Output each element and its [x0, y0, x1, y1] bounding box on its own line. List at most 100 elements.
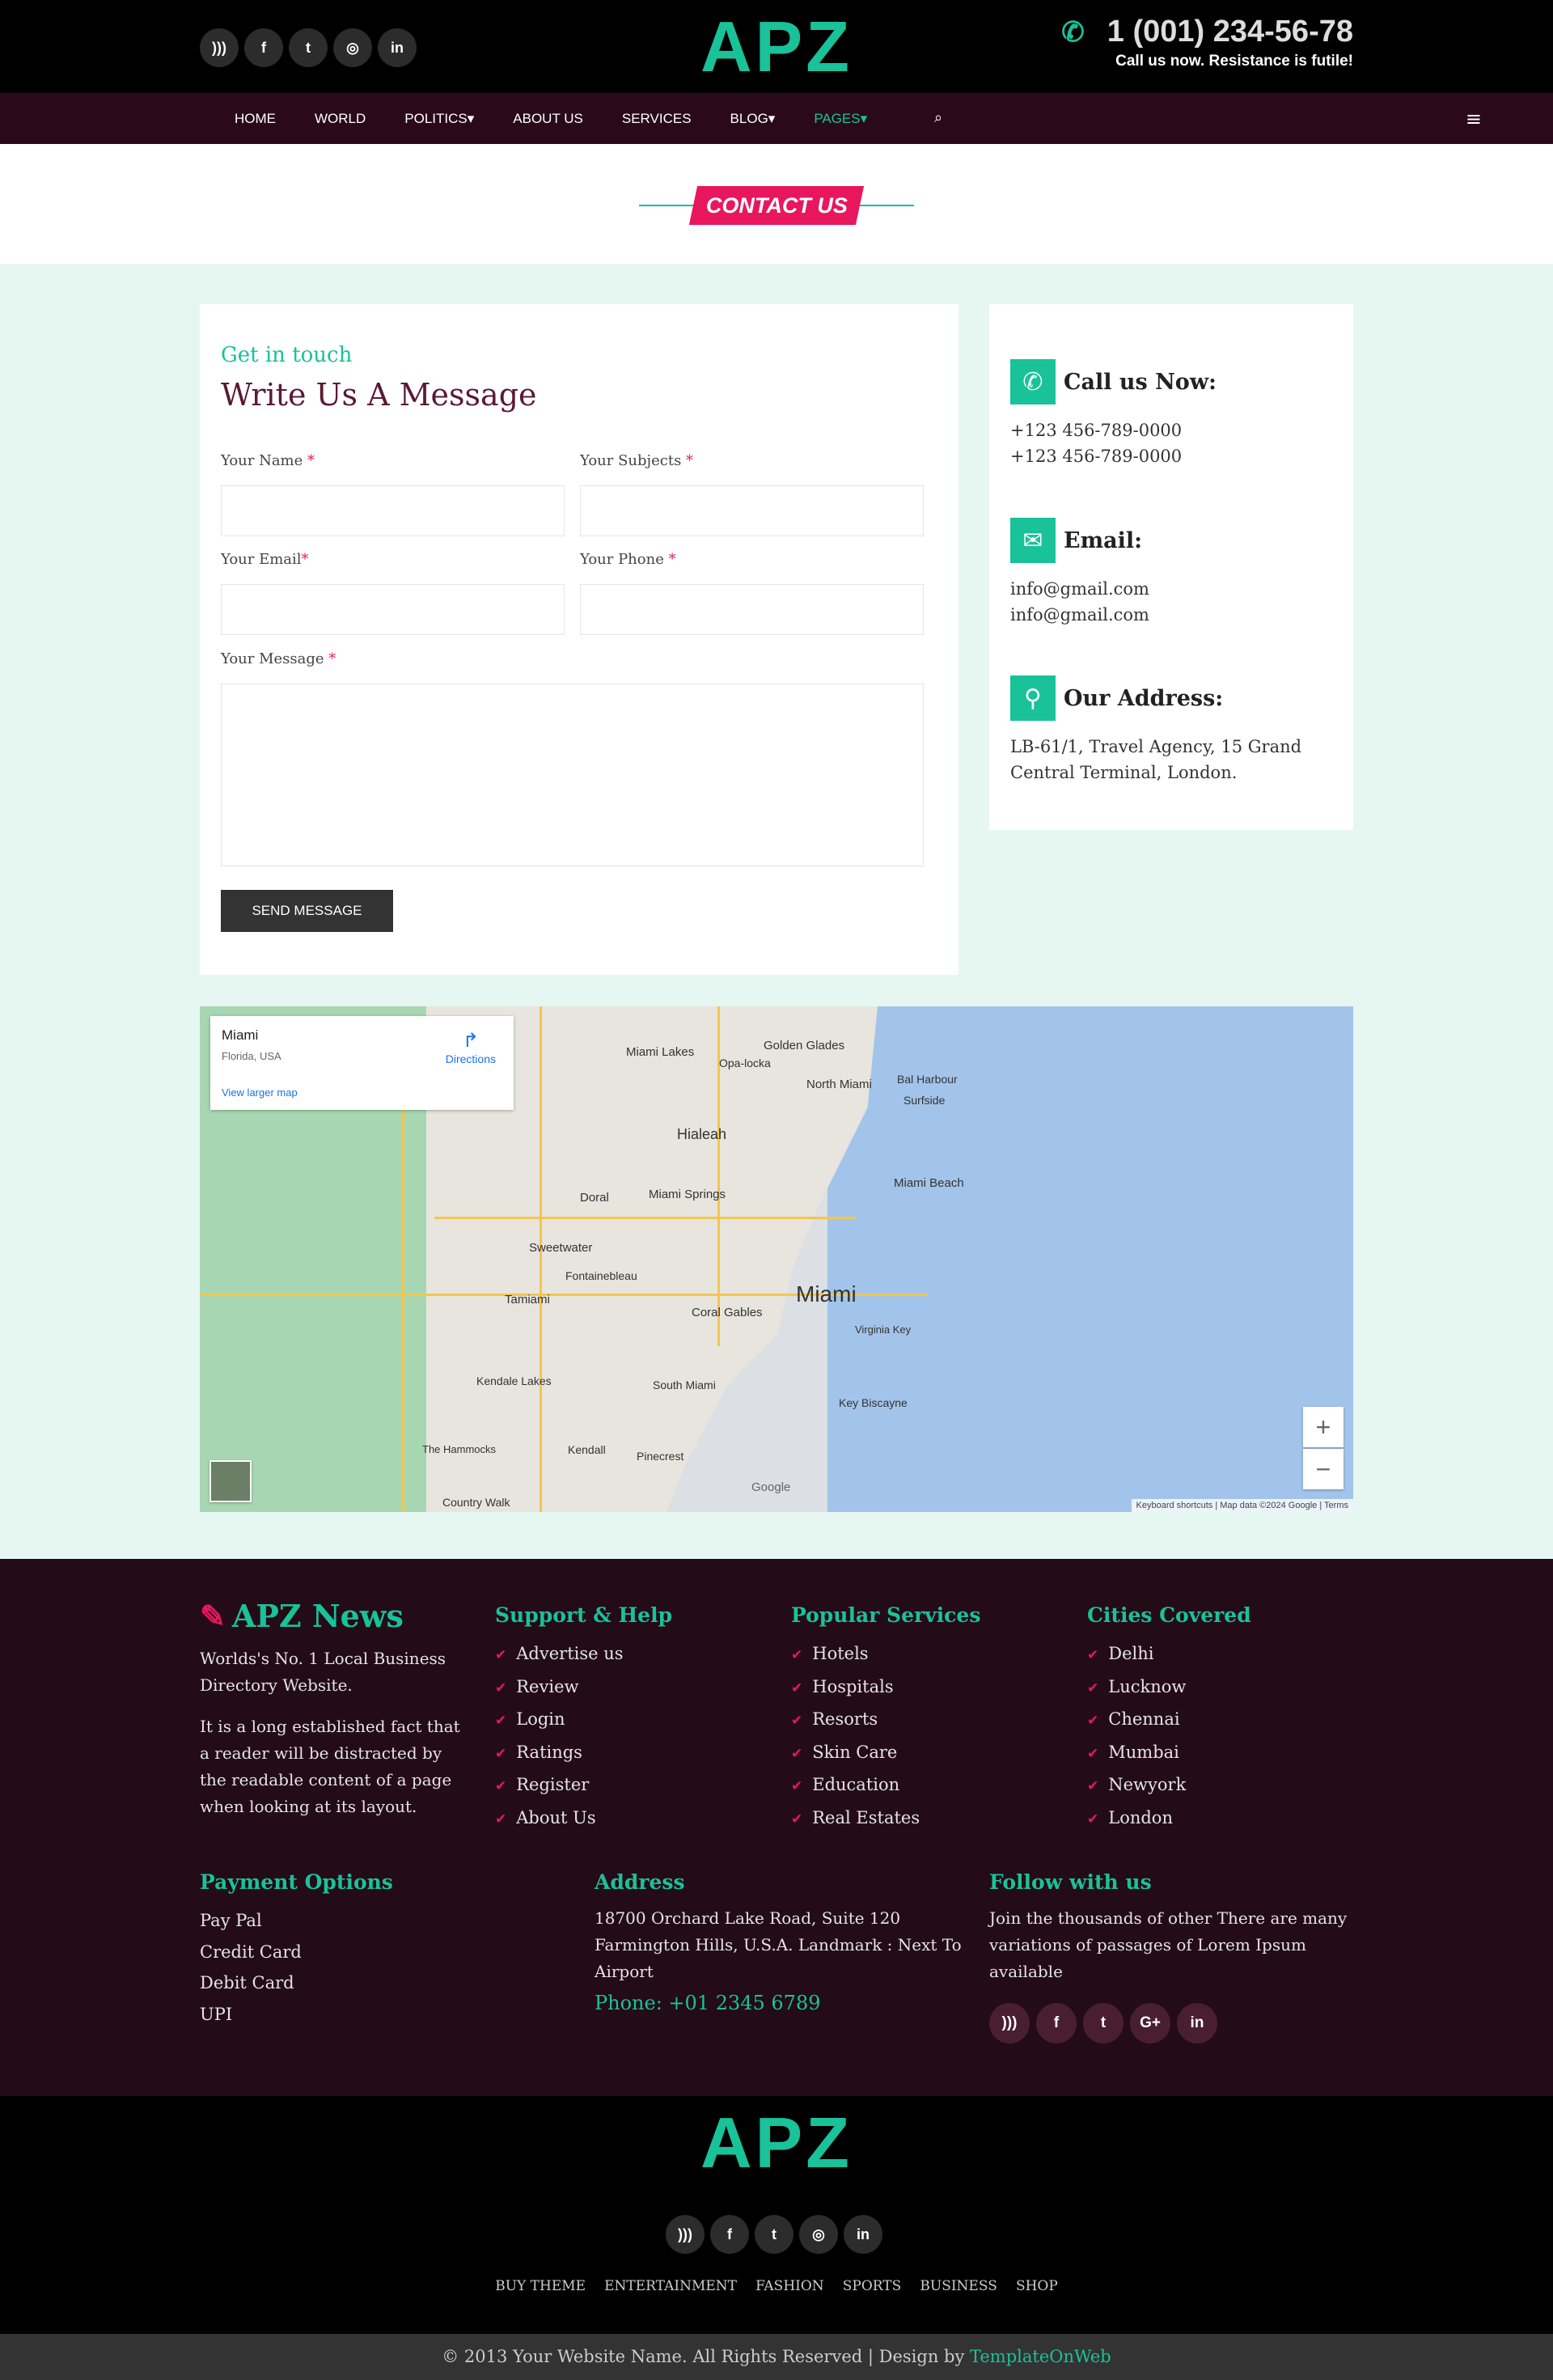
- contact-section: Get in touch Write Us A Message Your Nam…: [0, 264, 1553, 1559]
- view-larger-map-link[interactable]: View larger map: [222, 1086, 502, 1099]
- footer-link[interactable]: ✔ Resorts: [791, 1704, 980, 1737]
- twitter-icon[interactable]: t: [755, 2215, 793, 2254]
- footer-link[interactable]: ✔ Mumbai: [1087, 1737, 1251, 1770]
- footer-link[interactable]: ✔ Advertise us: [495, 1638, 672, 1671]
- phone-label: Your Phone *: [580, 551, 676, 568]
- phone-number[interactable]: 1 (001) 234-56-78: [1107, 15, 1353, 49]
- footer-link[interactable]: ✔ London: [1087, 1802, 1251, 1836]
- map-attribution[interactable]: Keyboard shortcuts | Map data ©2024 Goog…: [1131, 1499, 1353, 1512]
- footer-link[interactable]: ✔ About Us: [495, 1802, 672, 1836]
- footer-follow-text: Join the thousands of other There are ma…: [989, 1908, 1348, 1981]
- check-icon: ✔: [1087, 1778, 1099, 1794]
- google-plus-icon[interactable]: G+: [1130, 2003, 1170, 2043]
- footer-link[interactable]: ✔ Hospitals: [791, 1671, 980, 1705]
- ticket-icon: ✎: [200, 1598, 226, 1634]
- nav-item-home[interactable]: HOME: [235, 111, 276, 127]
- nav-item-blog[interactable]: BLOG▾: [730, 111, 776, 127]
- bottom-link[interactable]: FASHION: [755, 2278, 824, 2294]
- footer-link[interactable]: ✔ Real Estates: [791, 1802, 980, 1836]
- nav-item-about[interactable]: ABOUT US: [513, 111, 583, 127]
- form-heading: Write Us A Message: [221, 377, 537, 413]
- footer-payment: Payment Options Pay Pal Credit Card Debi…: [200, 1870, 393, 2030]
- message-field[interactable]: [221, 684, 924, 866]
- phone-field[interactable]: [580, 584, 924, 635]
- check-icon: ✔: [791, 1745, 803, 1762]
- check-icon: ✔: [791, 1679, 803, 1696]
- name-field[interactable]: [221, 485, 565, 536]
- linkedin-icon[interactable]: in: [844, 2215, 882, 2254]
- directions-icon: ↱: [462, 1030, 479, 1052]
- designer-link[interactable]: TemplateOnWeb: [970, 2347, 1111, 2366]
- facebook-icon[interactable]: f: [710, 2215, 749, 2254]
- map-label: Kendall: [568, 1443, 606, 1456]
- email-field[interactable]: [221, 584, 565, 635]
- search-icon[interactable]: ⌕: [934, 109, 942, 126]
- bottom-link[interactable]: SPORTS: [843, 2278, 902, 2294]
- map-label: Virginia Key: [855, 1323, 912, 1336]
- form-kicker: Get in touch: [221, 343, 353, 367]
- zoom-out-button[interactable]: −: [1303, 1449, 1344, 1489]
- directions-button[interactable]: ↱ Directions: [446, 1029, 496, 1065]
- map-marker-icon: ⚲: [1010, 675, 1056, 721]
- envelope-icon: ✉: [1010, 518, 1056, 563]
- footer-link[interactable]: ✔ Review: [495, 1671, 672, 1705]
- bottom-logo[interactable]: APZ: [0, 2103, 1553, 2183]
- check-icon: ✔: [1087, 1810, 1099, 1827]
- footer-logo[interactable]: ✎ APZ News: [200, 1598, 467, 1634]
- check-icon: ✔: [791, 1713, 803, 1729]
- zoom-in-button[interactable]: +: [1303, 1407, 1344, 1447]
- footer-link[interactable]: ✔ Login: [495, 1704, 672, 1737]
- info-address: ⚲ Our Address: LB-61/1, Travel Agency, 1…: [1010, 675, 1301, 786]
- footer-address-title: Address: [595, 1870, 685, 1894]
- info-call-line2[interactable]: +123 456-789-0000: [1010, 443, 1217, 469]
- bottom-socials: ))) f t ◎ in: [666, 2215, 882, 2254]
- satellite-toggle[interactable]: [209, 1460, 252, 1502]
- bottom-link[interactable]: BUSINESS: [920, 2278, 997, 2294]
- check-icon: ✔: [1087, 1647, 1099, 1663]
- phone-subtitle: Call us now. Resistance is futile!: [1115, 53, 1353, 70]
- info-email-line2[interactable]: info@gmail.com: [1010, 602, 1149, 628]
- footer-link[interactable]: ✔ Hotels: [791, 1638, 980, 1671]
- bottom-link[interactable]: BUY THEME: [495, 2278, 586, 2294]
- phone-icon: ✆: [1061, 17, 1085, 48]
- check-icon: ✔: [495, 1713, 507, 1729]
- google-map[interactable]: Miami Florida, USA View larger map ↱ Dire…: [200, 1006, 1353, 1512]
- map-label: Doral: [580, 1191, 609, 1205]
- nav-item-pages[interactable]: PAGES▾: [814, 111, 867, 127]
- footer-phone[interactable]: Phone: +01 2345 6789: [595, 1992, 967, 2014]
- footer-brand-desc: It is a long established fact that a rea…: [200, 1717, 460, 1816]
- nav-item-politics[interactable]: POLITICS▾: [404, 111, 474, 127]
- instagram-icon[interactable]: ◎: [799, 2215, 838, 2254]
- map-road: [402, 1071, 404, 1512]
- rss-icon[interactable]: ))): [666, 2215, 705, 2254]
- footer-support: Support & Help ✔ Advertise us ✔ Review ✔ Lo…: [495, 1603, 672, 1835]
- footer-link[interactable]: ✔ Newyork: [1087, 1769, 1251, 1802]
- info-call-line1[interactable]: +123 456-789-0000: [1010, 417, 1217, 443]
- menu-icon[interactable]: ≡: [1466, 108, 1482, 130]
- contact-info-box: ✆ Call us Now: +123 456-789-0000 +123 456…: [989, 304, 1353, 830]
- info-email-line1[interactable]: info@gmail.com: [1010, 576, 1149, 602]
- footer-link[interactable]: ✔ Lucknow: [1087, 1671, 1251, 1705]
- footer-link[interactable]: ✔ Register: [495, 1769, 672, 1802]
- footer-link[interactable]: ✔ Ratings: [495, 1737, 672, 1770]
- linkedin-icon[interactable]: in: [1177, 2003, 1217, 2043]
- twitter-icon[interactable]: t: [1083, 2003, 1123, 2043]
- check-icon: ✔: [495, 1745, 507, 1762]
- bottom-link[interactable]: ENTERTAINMENT: [604, 2278, 737, 2294]
- footer-link[interactable]: ✔ Chennai: [1087, 1704, 1251, 1737]
- footer-link[interactable]: ✔ Education: [791, 1769, 980, 1802]
- map-label: Surfside: [903, 1094, 946, 1107]
- rss-icon[interactable]: ))): [989, 2003, 1030, 2043]
- bottom-link[interactable]: SHOP: [1016, 2278, 1058, 2294]
- check-icon: ✔: [791, 1810, 803, 1827]
- footer-link[interactable]: ✔ Skin Care: [791, 1737, 980, 1770]
- nav-item-services[interactable]: SERVICES: [622, 111, 692, 127]
- nav-item-world[interactable]: WORLD: [315, 111, 366, 127]
- map-label: Miami Beach: [894, 1176, 964, 1190]
- footer-link[interactable]: ✔ Delhi: [1087, 1638, 1251, 1671]
- send-message-button[interactable]: SEND MESSAGE: [221, 890, 393, 932]
- page-title: CONTACT US: [688, 186, 865, 225]
- footer-follow-title: Follow with us: [989, 1870, 1152, 1894]
- subjects-field[interactable]: [580, 485, 924, 536]
- facebook-icon[interactable]: f: [1036, 2003, 1077, 2043]
